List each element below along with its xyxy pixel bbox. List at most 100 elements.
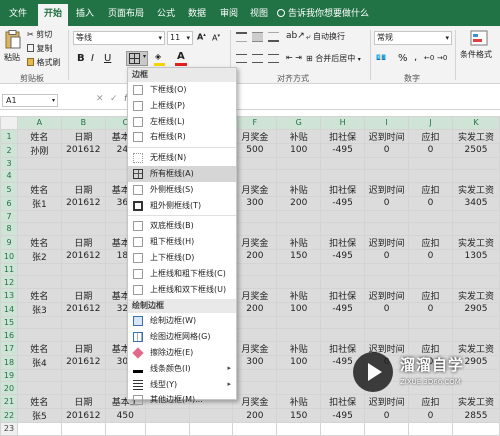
select-all-corner[interactable] <box>0 116 18 130</box>
bold-button[interactable]: B <box>77 53 85 64</box>
tab-page-layout[interactable]: 页面布局 <box>104 4 148 26</box>
row-header[interactable]: 13 <box>0 287 18 303</box>
cell[interactable]: 3405 <box>451 195 500 211</box>
cell[interactable] <box>104 422 146 436</box>
menu-item-left-border[interactable]: 左框线(L) <box>128 114 236 130</box>
cell[interactable]: 扣社保 <box>320 287 366 303</box>
cell[interactable] <box>188 408 234 424</box>
tab-home[interactable]: 开始 <box>38 4 68 26</box>
menu-item-draw-border-grid[interactable]: 绘图边框网格(G) <box>128 329 236 345</box>
cell[interactable]: 迟到时间 <box>364 181 410 197</box>
cell[interactable]: 150 <box>276 248 322 264</box>
cell[interactable] <box>408 315 453 330</box>
row-header[interactable]: 5 <box>0 181 18 197</box>
align-center-button[interactable] <box>252 54 263 63</box>
cell[interactable] <box>320 315 366 330</box>
menu-item-line-style[interactable]: 线型(Y) ▸ <box>128 377 236 393</box>
font-color-button[interactable]: A <box>175 51 193 66</box>
percent-button[interactable]: % <box>398 53 408 64</box>
cell[interactable]: 日期 <box>60 340 106 356</box>
cell[interactable]: 日期 <box>60 181 106 197</box>
cell[interactable]: 100 <box>276 301 322 317</box>
cell[interactable]: 0 <box>408 408 453 424</box>
cell[interactable]: 200 <box>232 248 278 264</box>
cell[interactable]: 孙刚 <box>16 142 62 158</box>
cell[interactable] <box>16 315 62 330</box>
cell[interactable]: 姓名 <box>16 340 62 356</box>
cell[interactable]: 张1 <box>16 195 62 211</box>
column-header-g[interactable]: G <box>276 116 322 130</box>
cell[interactable]: 0 <box>364 408 410 424</box>
cell[interactable] <box>60 156 106 171</box>
cell[interactable]: 张5 <box>16 408 62 424</box>
cell[interactable] <box>188 422 234 436</box>
orientation-button[interactable]: ab↗ <box>286 31 305 41</box>
cell[interactable]: 实发工资 <box>451 287 500 303</box>
cell[interactable]: 迟到时间 <box>364 234 410 250</box>
cell[interactable] <box>364 328 410 342</box>
cell[interactable] <box>60 368 106 383</box>
menu-item-thick-outside-border[interactable]: 粗外侧框线(T) <box>128 198 236 214</box>
row-header[interactable]: 7 <box>0 209 18 224</box>
cell[interactable] <box>320 209 366 224</box>
font-size-select[interactable]: 11 ▾ <box>167 31 193 45</box>
cell[interactable] <box>320 169 366 183</box>
paste-button[interactable]: 粘贴 <box>3 28 23 68</box>
cell[interactable]: 实发工资 <box>451 234 500 250</box>
cell[interactable]: 补贴 <box>276 394 322 410</box>
row-header[interactable]: 9 <box>0 234 18 250</box>
cell[interactable] <box>60 422 106 436</box>
cell[interactable] <box>232 275 278 289</box>
cell[interactable]: 扣社保 <box>320 234 366 250</box>
cell[interactable]: 实发工资 <box>451 181 500 197</box>
cell[interactable] <box>364 315 410 330</box>
cell[interactable] <box>451 315 500 330</box>
row-header[interactable]: 11 <box>0 262 18 277</box>
cell[interactable] <box>144 408 190 424</box>
increase-decimal-button[interactable]: ←0 <box>424 54 434 62</box>
cell[interactable]: 300 <box>232 195 278 211</box>
cell[interactable] <box>451 222 500 236</box>
cell[interactable]: 补贴 <box>276 181 322 197</box>
cell[interactable]: 月奖金 <box>232 128 278 144</box>
cell[interactable]: 200 <box>232 408 278 424</box>
cell[interactable] <box>16 156 62 171</box>
cell[interactable] <box>16 275 62 289</box>
cell[interactable]: 迟到时间 <box>364 128 410 144</box>
cell[interactable] <box>408 422 453 436</box>
cell[interactable] <box>320 156 366 171</box>
cell[interactable]: 201612 <box>60 354 106 370</box>
menu-item-bottom-border[interactable]: 下框线(O) <box>128 82 236 98</box>
cell[interactable] <box>364 209 410 224</box>
cell[interactable]: 201612 <box>60 248 106 264</box>
menu-item-outside-borders[interactable]: 外侧框线(S) <box>128 182 236 198</box>
align-left-button[interactable] <box>236 54 247 63</box>
row-header[interactable]: 3 <box>0 156 18 171</box>
cell[interactable] <box>408 275 453 289</box>
cell[interactable]: 150 <box>276 408 322 424</box>
copy-button[interactable]: 复制 <box>27 43 53 54</box>
cell[interactable]: 0 <box>408 195 453 211</box>
row-header[interactable]: 2 <box>0 142 18 158</box>
cell[interactable] <box>408 328 453 342</box>
cell[interactable] <box>276 156 322 171</box>
cell[interactable]: -495 <box>320 248 366 264</box>
cell[interactable] <box>232 368 278 383</box>
conditional-format-button[interactable]: 条件格式 <box>460 30 500 70</box>
menu-item-thick-bottom-border[interactable]: 粗下框线(H) <box>128 234 236 250</box>
cell[interactable]: 201612 <box>60 142 106 158</box>
cell[interactable] <box>276 262 322 277</box>
cell[interactable]: 扣社保 <box>320 128 366 144</box>
cell[interactable] <box>16 169 62 183</box>
row-header[interactable]: 21 <box>0 394 18 410</box>
align-bottom-button[interactable] <box>268 32 279 42</box>
menu-item-more-borders[interactable]: 其他边框(M)... <box>128 392 236 408</box>
cell[interactable] <box>364 156 410 171</box>
cell[interactable] <box>276 381 322 395</box>
cell[interactable]: 201612 <box>60 408 106 424</box>
row-header[interactable]: 8 <box>0 222 18 236</box>
tab-insert[interactable]: 插入 <box>72 4 98 26</box>
cell[interactable]: 0 <box>364 301 410 317</box>
cell[interactable]: 姓名 <box>16 394 62 410</box>
fill-color-button[interactable]: ◈ <box>154 52 172 66</box>
